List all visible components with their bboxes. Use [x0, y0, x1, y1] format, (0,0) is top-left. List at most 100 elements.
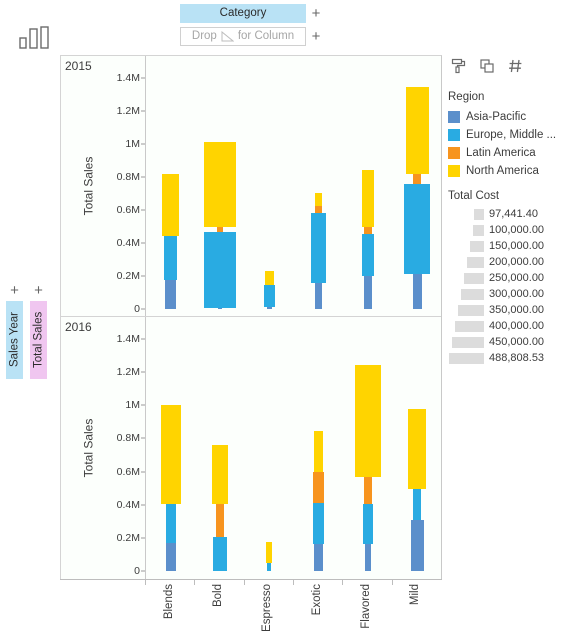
plot-canvas-2016 [146, 317, 441, 579]
hash-icon[interactable] [508, 58, 525, 75]
add-row-button[interactable]: + [10, 283, 19, 301]
bar-segment[interactable] [211, 445, 229, 504]
legend-color-label: North America [466, 164, 539, 177]
bar-segment[interactable] [313, 430, 324, 473]
plot-area: 2015 Total Sales 0 0.2M 0.4M 0.6M 0.8M 1M 1.2M… [60, 55, 442, 579]
bar-segment[interactable] [160, 405, 181, 504]
bar-segment[interactable] [313, 503, 325, 544]
legend-size-item[interactable]: 250,000.00 [448, 270, 558, 286]
bar-segment[interactable] [266, 307, 272, 309]
bar-segment[interactable] [413, 273, 422, 309]
legend-color-item[interactable]: Europe, Middle ... [448, 126, 558, 143]
bar-segment[interactable] [312, 472, 325, 504]
bar-segment[interactable] [315, 192, 323, 206]
legend-size-item[interactable]: 150,000.00 [448, 238, 558, 254]
bar-segment[interactable] [203, 141, 237, 227]
y-tick-label: 1M [125, 138, 140, 150]
bar-segment[interactable] [355, 364, 381, 477]
x-axis-label: Blends [162, 584, 175, 620]
legend-size-bar [474, 208, 484, 220]
legend-size-bar [452, 336, 484, 348]
legend-size-item[interactable]: 488,808.53 [448, 350, 558, 366]
add-measure-button[interactable]: + [34, 283, 43, 301]
shelf-pill-total-sales[interactable]: Total Sales [30, 301, 47, 379]
visualization-app: Category + Drop for Column + + Sales Yea… [0, 0, 562, 633]
bar-segment[interactable] [263, 285, 275, 308]
bar-chart-icon[interactable] [18, 24, 58, 50]
shelf-pill-category[interactable]: Category [180, 4, 306, 23]
bar-segment[interactable] [165, 542, 176, 571]
y-axis-2015: Total Sales 0 0.2M 0.4M 0.6M 0.8M 1M 1.2M 1.4M [61, 56, 145, 316]
legend-size-label: 150,000.00 [489, 240, 545, 252]
x-tick-mark [243, 580, 245, 585]
legend-color-item[interactable]: Asia-Pacific [448, 108, 558, 125]
legend-size-item[interactable]: 400,000.00 [448, 318, 558, 334]
legend-size-label: 450,000.00 [489, 336, 545, 348]
bar-segment[interactable] [217, 307, 223, 310]
shelf-pill-sales-year[interactable]: Sales Year [6, 301, 23, 379]
bar-segment[interactable] [405, 87, 430, 174]
paint-roller-icon[interactable] [450, 58, 467, 75]
bar-segment[interactable] [413, 488, 422, 521]
bar-segment[interactable] [165, 503, 176, 543]
bar-segment[interactable] [364, 276, 372, 309]
bar-segment[interactable] [361, 170, 375, 228]
column-shelf-row-category: Category + [180, 4, 326, 23]
bar-segment[interactable] [216, 226, 224, 232]
bar-segment[interactable] [364, 476, 372, 504]
add-column-button[interactable]: + [306, 27, 326, 46]
bar-segment[interactable] [404, 184, 431, 274]
y-tick-label: 1.4M [116, 72, 140, 84]
x-tick-mark [342, 580, 344, 585]
legend-color-item[interactable]: North America [448, 162, 558, 179]
legend-color-item[interactable]: Latin America [448, 144, 558, 161]
row-shelf-sales-year: + Sales Year [6, 283, 23, 379]
bar-segment[interactable] [204, 231, 236, 308]
bar-segment[interactable] [264, 270, 274, 286]
row-shelf-total-sales: + Total Sales [30, 283, 47, 379]
legend-size-item[interactable]: 97,441.40 [448, 206, 558, 222]
legend-size-bar [467, 256, 484, 268]
legend-size-item[interactable]: 200,000.00 [448, 254, 558, 270]
legend-size-item[interactable]: 100,000.00 [448, 222, 558, 238]
shelf-drop-target-column[interactable]: Drop for Column [180, 27, 306, 46]
bar-segment[interactable] [408, 409, 427, 489]
y-tick-label: 1.2M [116, 105, 140, 117]
legend-size-bar [473, 224, 484, 236]
bar-segment[interactable] [311, 213, 327, 283]
legend-color-swatch [448, 146, 460, 159]
legend-size-item[interactable]: 300,000.00 [448, 286, 558, 302]
bar-segment[interactable] [212, 537, 228, 571]
bar-segment[interactable] [267, 562, 272, 571]
y-tick-label: 0.8M [116, 171, 140, 183]
bar-segment[interactable] [266, 542, 273, 563]
bar-segment[interactable] [363, 503, 373, 545]
bar-segment[interactable] [314, 543, 324, 571]
legend-color-title: Region [448, 91, 485, 103]
legend-size-item[interactable]: 350,000.00 [448, 302, 558, 318]
column-shelf-row-drop: Drop for Column + [180, 27, 326, 46]
bar-segment[interactable] [215, 503, 225, 538]
bar-segment[interactable] [411, 520, 424, 571]
bar-segment[interactable] [165, 280, 177, 309]
bar-segment[interactable] [364, 227, 372, 234]
x-axis-label: Mild [409, 584, 422, 606]
add-column-pill-button[interactable]: + [306, 4, 326, 23]
bar-segment[interactable] [162, 173, 180, 236]
legend-size-bar [455, 320, 484, 332]
bar-segment[interactable] [314, 205, 323, 214]
column-shelf-group: Category + Drop for Column + [180, 4, 326, 50]
bar-segment[interactable] [362, 233, 374, 276]
legend-size-bar [458, 304, 484, 316]
bar-segment[interactable] [364, 544, 372, 571]
bar-segment[interactable] [164, 235, 177, 281]
legend-size-bar [449, 352, 484, 364]
bar-segment[interactable] [314, 282, 323, 309]
bar-segment[interactable] [413, 173, 422, 185]
y-tick-label: 0.4M [116, 498, 140, 511]
legend-size-item[interactable]: 450,000.00 [448, 334, 558, 350]
legend-size-label: 200,000.00 [489, 256, 545, 268]
legend-size-list: 97,441.40 100,000.00 150,000.00 200,000.00 2… [448, 206, 558, 366]
y-tick-label: 1.2M [116, 366, 140, 379]
duplicate-icon[interactable] [479, 58, 496, 75]
